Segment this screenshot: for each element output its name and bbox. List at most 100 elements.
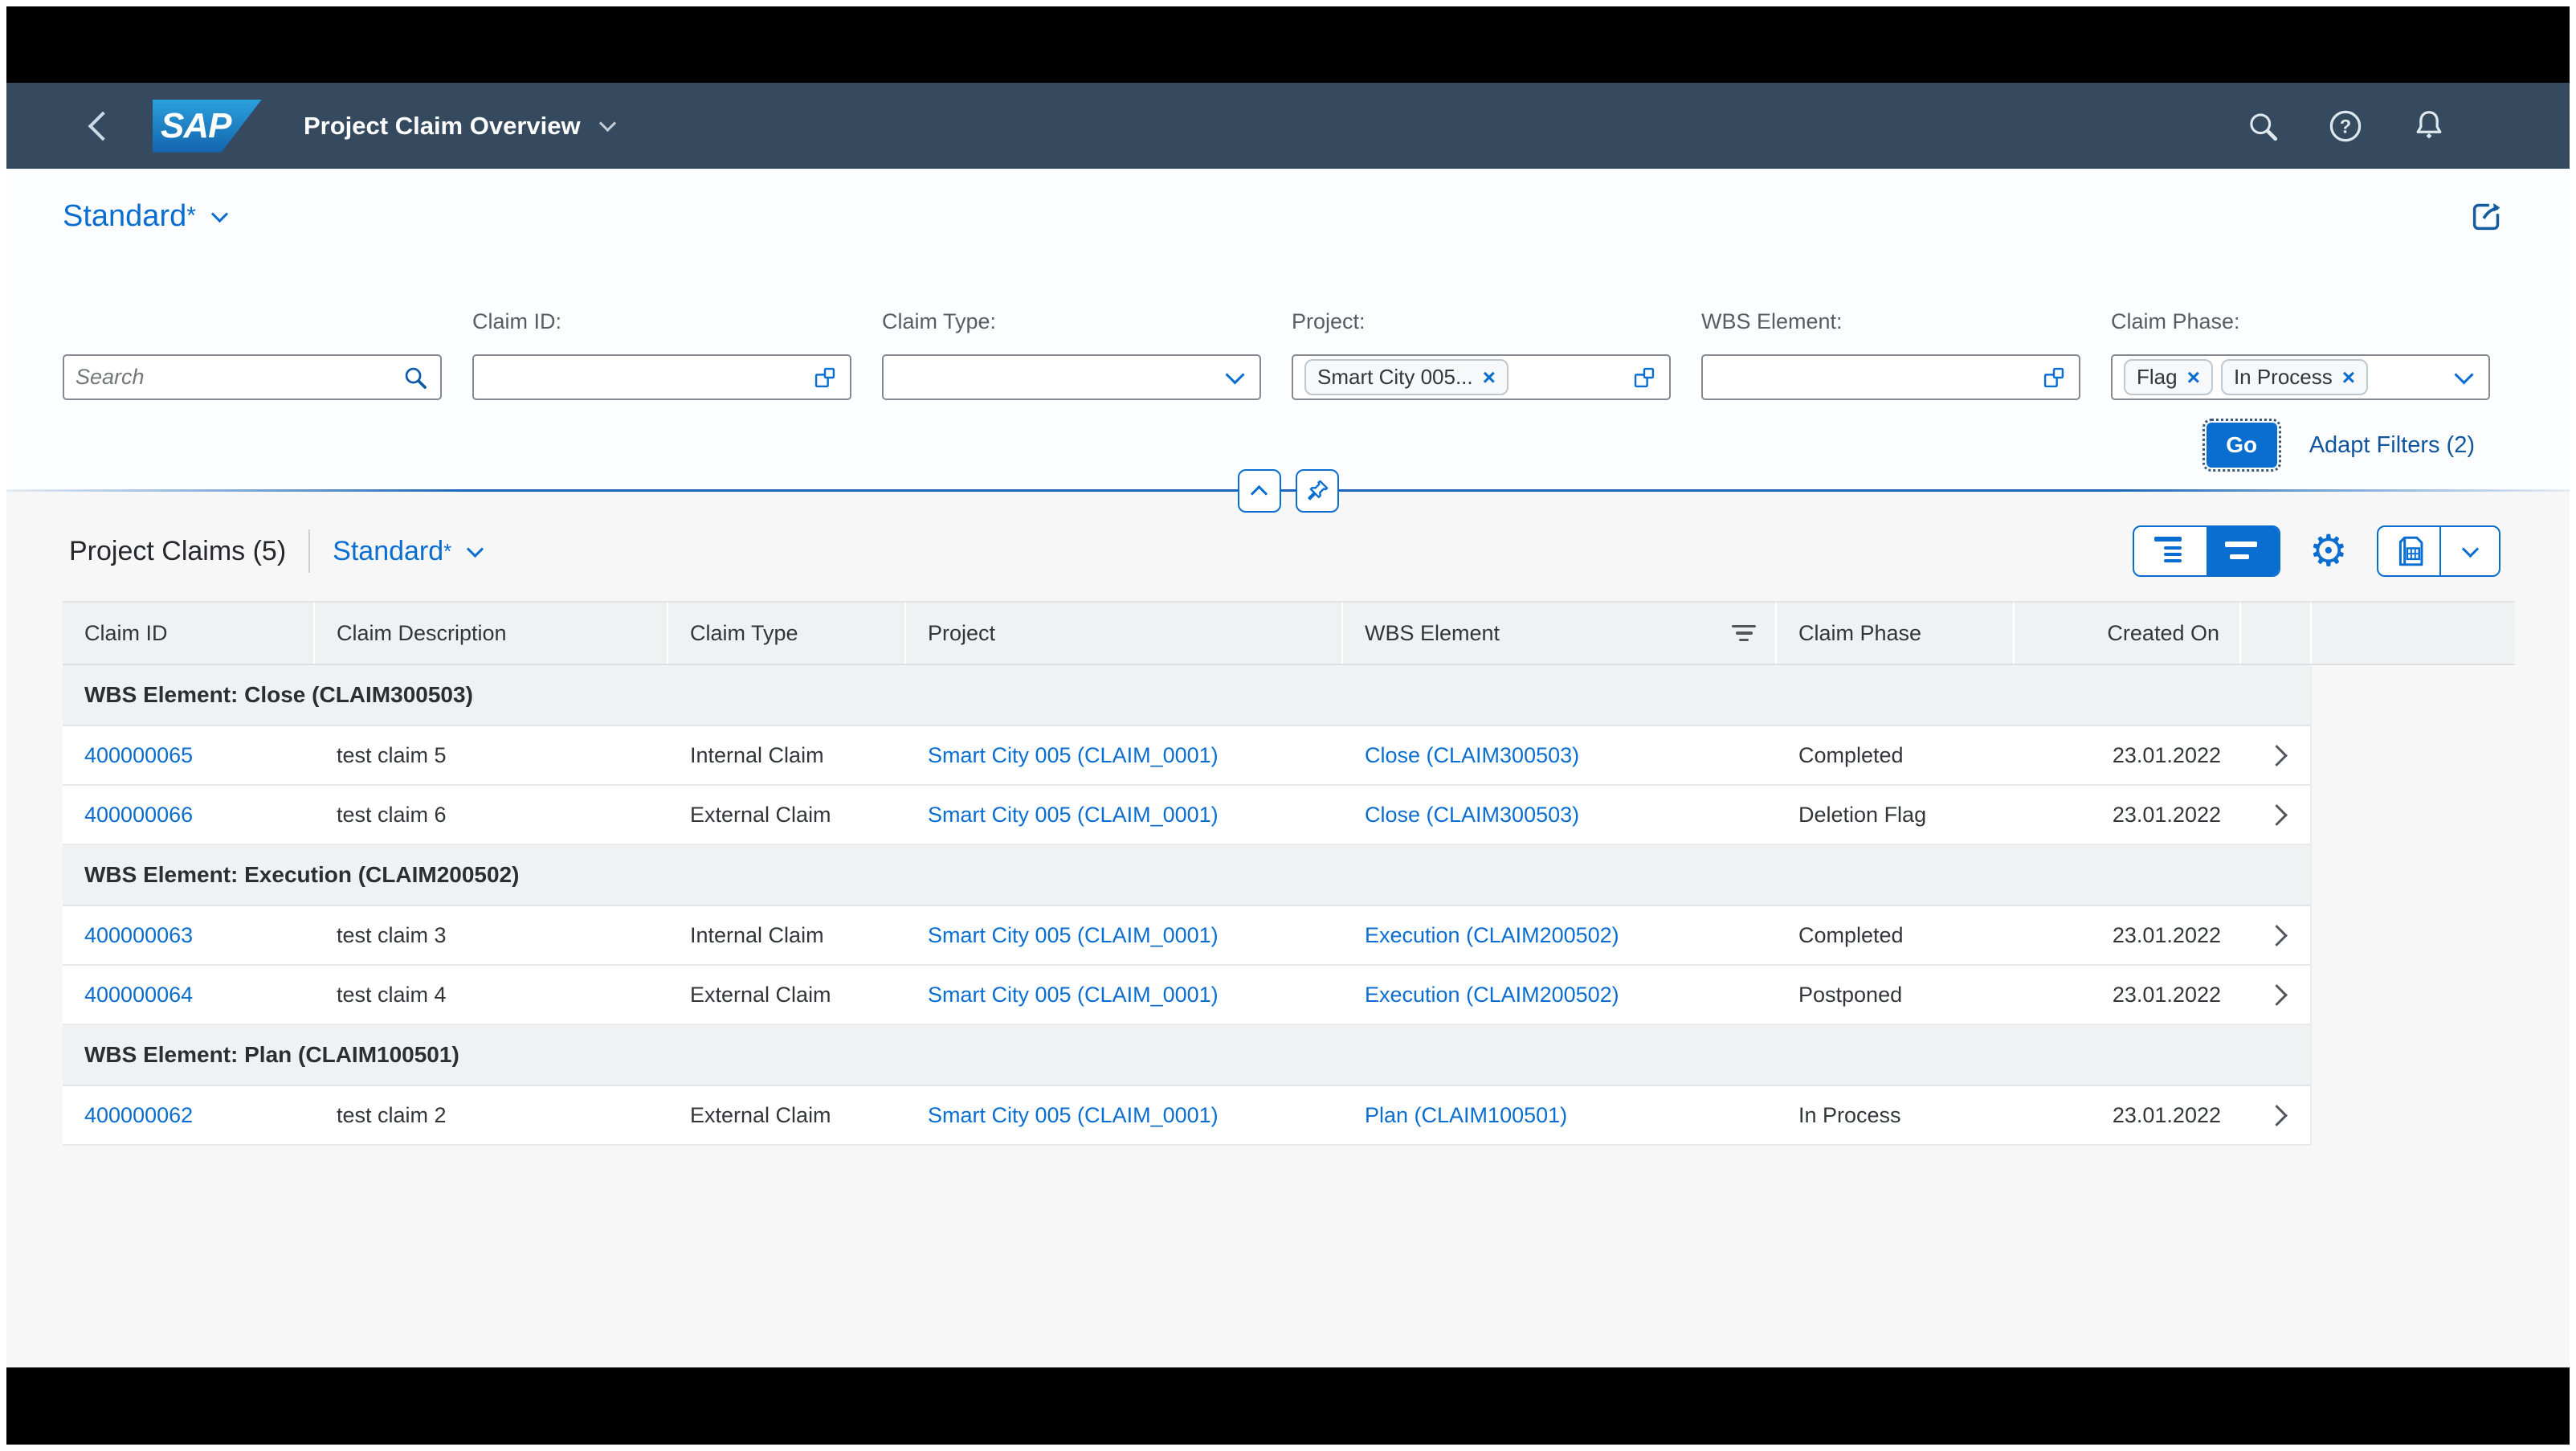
wbs-element-input[interactable] [1714, 356, 2040, 399]
claim-type-label: Claim Type: [882, 309, 1261, 335]
project-link[interactable]: Smart City 005 (CLAIM_0001) [928, 923, 1219, 948]
claim-type-cell: External Claim [668, 786, 906, 844]
toolbar-divider [308, 529, 310, 573]
table-variant-name[interactable]: Standard [333, 536, 443, 567]
row-navigation-chevron-icon[interactable] [2266, 925, 2288, 946]
claim-id-link[interactable]: 400000062 [84, 1103, 193, 1128]
value-help-icon[interactable] [2040, 364, 2068, 391]
column-header-claim-description[interactable]: Claim Description [315, 603, 668, 664]
filter-field-wbs-element: WBS Element: [1701, 309, 2080, 400]
wbs-element-link[interactable]: Execution (CLAIM200502) [1365, 983, 1619, 1008]
token-remove-icon[interactable]: × [2342, 366, 2355, 389]
claim-phase-token-in-process[interactable]: In Process × [2221, 359, 2368, 395]
claim-id-link[interactable]: 400000065 [84, 743, 193, 768]
claim-phase-tokens: Flag× In Process × [2124, 359, 2368, 395]
variant-modified-marker: * [186, 202, 196, 230]
project-valuehelp-wrap [1631, 364, 1658, 391]
notifications-bell-icon[interactable] [2411, 108, 2447, 145]
claim-type-select[interactable] [882, 354, 1261, 400]
column-header-claim-phase[interactable]: Claim Phase [1777, 603, 2015, 664]
project-box: Smart City 005...× [1292, 354, 1671, 400]
row-navigation-chevron-icon[interactable] [2266, 804, 2288, 826]
column-header-wbs-element[interactable]: WBS Element [1343, 603, 1777, 664]
token-remove-icon[interactable]: × [1483, 366, 1496, 389]
filter-field-claim-id: Claim ID: [472, 309, 851, 400]
wbs-element-link[interactable]: Close (CLAIM300503) [1365, 803, 1579, 828]
group-header: WBS Element: Close (CLAIM300503) [63, 665, 2310, 726]
pin-filter-bar-button[interactable] [1296, 469, 1339, 513]
settings-gear-icon[interactable]: ⚙ [2309, 529, 2348, 573]
group-view-button[interactable] [2134, 527, 2207, 575]
claim-type-cell: Internal Claim [668, 726, 906, 784]
table-row[interactable]: 400000065 test claim 5 Internal Claim Sm… [63, 726, 2310, 786]
filter-field-search [63, 309, 442, 400]
column-header-created-on[interactable]: Created On [2015, 603, 2241, 664]
claim-type-cell: External Claim [668, 966, 906, 1024]
wbs-element-link[interactable]: Execution (CLAIM200502) [1365, 923, 1619, 948]
column-header-claim-type[interactable]: Claim Type [668, 603, 906, 664]
share-icon[interactable] [2467, 196, 2507, 236]
table-row[interactable]: 400000063 test claim 3 Internal Claim Sm… [63, 906, 2310, 966]
group-header: WBS Element: Execution (CLAIM200502) [63, 845, 2310, 906]
toolbar-actions: ⚙ [2133, 525, 2500, 577]
claim-id-input[interactable] [485, 356, 811, 399]
back-icon [88, 111, 118, 141]
export-split-button [2377, 525, 2500, 577]
table-row[interactable]: 400000064 test claim 4 External Claim Sm… [63, 966, 2310, 1025]
claim-id-link[interactable]: 400000066 [84, 803, 193, 828]
flat-view-button[interactable] [2207, 527, 2279, 575]
app-window: SAP Project Claim Overview ? Standard* [6, 83, 2570, 1367]
adapt-filters-link[interactable]: Adapt Filters (2) [2309, 432, 2475, 459]
value-help-icon[interactable] [1631, 364, 1658, 391]
help-icon[interactable]: ? [2327, 108, 2364, 145]
wbs-element-link[interactable]: Plan (CLAIM100501) [1365, 1103, 1567, 1128]
sap-logo[interactable]: SAP [153, 100, 262, 153]
collapse-filter-bar-button[interactable] [1238, 469, 1281, 513]
page-variant-name[interactable]: Standard [63, 199, 186, 234]
row-navigation-chevron-icon[interactable] [2266, 984, 2288, 1006]
search-input[interactable] [76, 356, 402, 399]
token-remove-icon[interactable]: × [2187, 366, 2200, 389]
chevron-down-icon [2461, 540, 2478, 557]
page-content: Project Claims (5) Standard* ⚙ [6, 490, 2570, 1146]
group-header: WBS Element: Plan (CLAIM100501) [63, 1025, 2310, 1086]
column-header-claim-id[interactable]: Claim ID [63, 603, 315, 664]
project-link[interactable]: Smart City 005 (CLAIM_0001) [928, 983, 1219, 1008]
table-body: WBS Element: Close (CLAIM300503) 4000000… [63, 665, 2312, 1146]
chevron-down-icon [1225, 365, 1244, 384]
row-navigation-chevron-icon[interactable] [2266, 745, 2288, 766]
claim-id-link[interactable]: 400000064 [84, 983, 193, 1008]
app-title[interactable]: Project Claim Overview [304, 112, 581, 141]
search-icon[interactable] [2245, 108, 2280, 144]
claim-type-cell: Internal Claim [668, 906, 906, 964]
go-button[interactable]: Go [2207, 423, 2277, 468]
claim-phase-token-flag[interactable]: Flag× [2124, 359, 2213, 395]
claim-type-cell: External Claim [668, 1086, 906, 1144]
shell-bar: SAP Project Claim Overview ? [6, 83, 2570, 169]
claim-phase-cell: Completed [1777, 726, 2015, 784]
claim-id-link[interactable]: 400000063 [84, 923, 193, 948]
wbs-element-link[interactable]: Close (CLAIM300503) [1365, 743, 1579, 768]
table-row[interactable]: 400000066 test claim 6 External Claim Sm… [63, 786, 2310, 845]
project-link[interactable]: Smart City 005 (CLAIM_0001) [928, 1103, 1219, 1128]
table-variant-chevron-down-icon[interactable] [467, 540, 484, 557]
filter-field-claim-type: Claim Type: [882, 309, 1261, 400]
project-link[interactable]: Smart City 005 (CLAIM_0001) [928, 803, 1219, 828]
row-navigation-chevron-icon[interactable] [2266, 1105, 2288, 1126]
back-button[interactable] [87, 110, 119, 142]
created-on-cell: 23.01.2022 [2015, 906, 2241, 964]
project-link[interactable]: Smart City 005 (CLAIM_0001) [928, 743, 1219, 768]
project-token[interactable]: Smart City 005...× [1304, 359, 1508, 395]
search-label-spacer [63, 309, 442, 335]
variant-chevron-down-icon[interactable] [211, 205, 228, 222]
export-spreadsheet-button[interactable] [2378, 527, 2441, 575]
screen-frame: SAP Project Claim Overview ? Standard* [6, 6, 2570, 1445]
table-row[interactable]: 400000062 test claim 2 External Claim Sm… [63, 1086, 2310, 1146]
group-view-icon [2153, 535, 2188, 567]
value-help-icon[interactable] [811, 364, 839, 391]
export-menu-button[interactable] [2441, 527, 2499, 575]
column-header-project[interactable]: Project [906, 603, 1343, 664]
token-text: In Process [2234, 365, 2333, 390]
app-title-chevron-down-icon[interactable] [599, 115, 616, 132]
search-icon[interactable] [402, 364, 429, 391]
